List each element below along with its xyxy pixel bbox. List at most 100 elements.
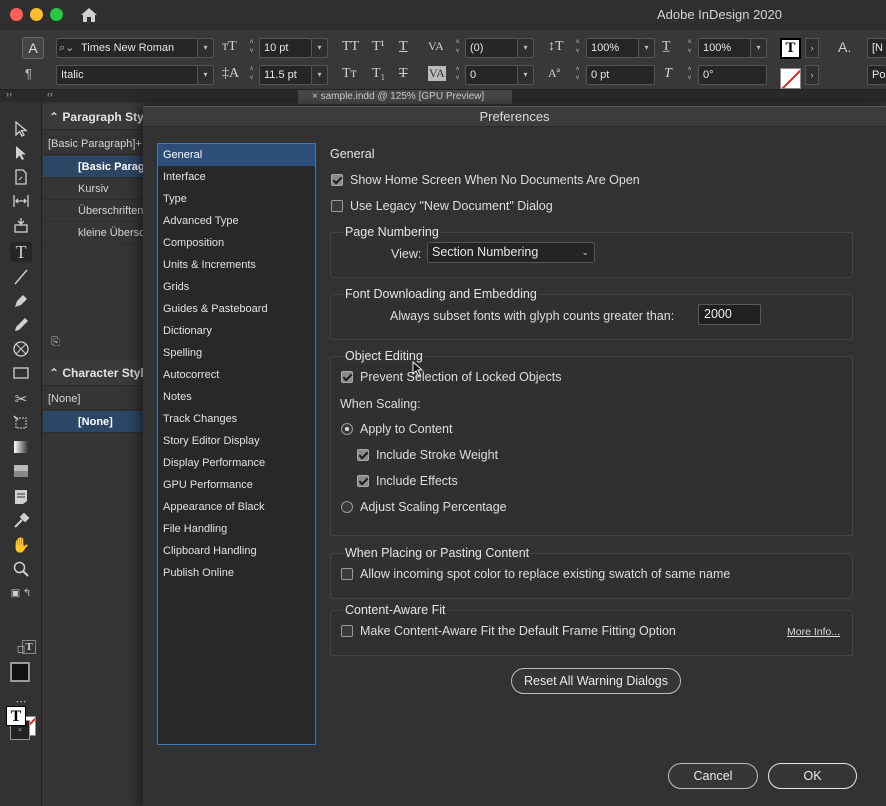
tracking-dropdown[interactable]: ▾ bbox=[518, 65, 534, 85]
spot-color-checkbox[interactable] bbox=[341, 568, 353, 580]
paragraph-style-field[interactable]: Pol bbox=[867, 65, 886, 85]
paragraph-formatting-mode-button[interactable]: ¶ bbox=[25, 66, 32, 81]
fill-swatch[interactable]: T bbox=[6, 706, 26, 726]
adjust-scaling-radio[interactable] bbox=[341, 501, 353, 513]
minimize-window-button[interactable] bbox=[30, 8, 43, 21]
font-family-dropdown[interactable]: ▾ bbox=[198, 38, 214, 58]
tracking-field[interactable]: 0 bbox=[465, 65, 518, 85]
category-appearance-of-black[interactable]: Appearance of Black bbox=[158, 496, 315, 518]
all-caps-button[interactable]: TT bbox=[342, 39, 359, 55]
more-info-link[interactable]: More Info... bbox=[787, 626, 840, 638]
character-styles-panel-header[interactable]: ⌃ Character Styles bbox=[43, 360, 143, 386]
kerning-field[interactable]: (0) bbox=[465, 38, 518, 58]
vertical-scale-stepper[interactable]: ˄ ˅ bbox=[572, 38, 583, 58]
eyedropper-tool-icon[interactable] bbox=[10, 512, 32, 532]
text-fill-swatch[interactable]: T bbox=[780, 38, 801, 59]
text-stroke-swatch[interactable] bbox=[780, 68, 801, 89]
horizontal-scale-field[interactable]: 100% bbox=[698, 38, 751, 58]
font-size-stepper[interactable]: ˄ ˅ bbox=[246, 38, 257, 58]
more-options-button-top[interactable]: › bbox=[805, 38, 819, 58]
adjust-scaling-option[interactable]: Adjust Scaling Percentage bbox=[341, 500, 507, 514]
paragraph-style-item[interactable]: Überschriften bbox=[43, 200, 143, 222]
category-clipboard-handling[interactable]: Clipboard Handling bbox=[158, 540, 315, 562]
include-stroke-option[interactable]: Include Stroke Weight bbox=[357, 448, 498, 462]
font-family-field[interactable]: Times New Roman bbox=[56, 38, 198, 58]
expand-toolbar-icon[interactable]: ›› bbox=[6, 89, 12, 99]
leading-dropdown[interactable]: ▾ bbox=[312, 65, 328, 85]
underline-button[interactable]: T bbox=[399, 39, 408, 55]
category-composition[interactable]: Composition bbox=[158, 232, 315, 254]
category-gpu-performance[interactable]: GPU Performance bbox=[158, 474, 315, 496]
font-style-dropdown[interactable]: ▾ bbox=[198, 65, 214, 85]
include-effects-option[interactable]: Include Effects bbox=[357, 474, 458, 488]
page-numbering-view-select[interactable]: Section Numbering ⌄ bbox=[427, 242, 595, 263]
character-style-field[interactable]: [N bbox=[867, 38, 886, 58]
home-icon[interactable] bbox=[79, 5, 99, 25]
leading-field[interactable]: 11.5 pt bbox=[259, 65, 312, 85]
zoom-tool-icon[interactable] bbox=[10, 560, 32, 580]
paragraph-styles-panel-header[interactable]: ⌃ Paragraph Styles bbox=[43, 104, 143, 130]
type-tool-icon[interactable]: T bbox=[10, 242, 32, 262]
character-style-item[interactable]: [None] bbox=[43, 411, 143, 433]
leading-stepper[interactable]: ˄ ˅ bbox=[246, 65, 257, 85]
kerning-dropdown[interactable]: ▾ bbox=[518, 38, 534, 58]
cancel-button[interactable]: Cancel bbox=[668, 763, 758, 789]
category-dictionary[interactable]: Dictionary bbox=[158, 320, 315, 342]
legacy-new-document-checkbox[interactable] bbox=[331, 200, 343, 212]
category-track-changes[interactable]: Track Changes bbox=[158, 408, 315, 430]
more-options-button-bottom[interactable]: › bbox=[805, 65, 819, 85]
scissors-tool-icon[interactable]: ✂ bbox=[10, 390, 32, 410]
font-style-field[interactable]: Italic bbox=[56, 65, 198, 85]
formatting-affects-text-icon[interactable]: T bbox=[22, 640, 36, 654]
legacy-new-document-option[interactable]: Use Legacy "New Document" Dialog bbox=[331, 199, 553, 213]
horizontal-scale-stepper[interactable]: ˄ ˅ bbox=[684, 38, 695, 58]
subscript-button[interactable]: T₁ bbox=[372, 66, 385, 82]
category-interface[interactable]: Interface bbox=[158, 166, 315, 188]
reset-warning-dialogs-button[interactable]: Reset All Warning Dialogs bbox=[511, 668, 681, 694]
font-size-dropdown[interactable]: ▾ bbox=[312, 38, 328, 58]
vertical-scale-dropdown[interactable]: ▾ bbox=[639, 38, 655, 58]
paragraph-style-item[interactable]: kleine Überschrift bbox=[43, 222, 143, 244]
content-aware-default-checkbox[interactable] bbox=[341, 625, 353, 637]
category-notes[interactable]: Notes bbox=[158, 386, 315, 408]
category-story-editor-display[interactable]: Story Editor Display bbox=[158, 430, 315, 452]
content-collector-tool-icon[interactable] bbox=[10, 216, 32, 236]
paragraph-style-item[interactable]: Kursiv bbox=[43, 178, 143, 200]
tracking-stepper[interactable]: ˄ ˅ bbox=[452, 65, 463, 85]
category-display-performance[interactable]: Display Performance bbox=[158, 452, 315, 474]
include-effects-checkbox[interactable] bbox=[357, 475, 369, 487]
baseline-shift-field[interactable]: 0 pt bbox=[586, 65, 655, 85]
paragraph-style-item[interactable]: [Basic Paragraph] bbox=[43, 156, 143, 178]
apply-color-icon[interactable] bbox=[10, 662, 30, 682]
character-formatting-mode-button[interactable]: A bbox=[22, 37, 44, 59]
prevent-locked-checkbox[interactable] bbox=[341, 371, 353, 383]
document-tab[interactable]: × sample.indd @ 125% [GPU Preview] bbox=[298, 90, 512, 104]
vertical-scale-field[interactable]: 100% bbox=[586, 38, 639, 58]
load-styles-icon[interactable]: ⎘ bbox=[51, 336, 60, 349]
zoom-window-button[interactable] bbox=[50, 8, 63, 21]
prevent-locked-option[interactable]: Prevent Selection of Locked Objects bbox=[341, 370, 562, 384]
note-tool-icon[interactable] bbox=[10, 488, 32, 508]
direct-selection-tool-icon[interactable] bbox=[10, 144, 32, 164]
kerning-stepper[interactable]: ˄ ˅ bbox=[452, 38, 463, 58]
category-general[interactable]: General bbox=[158, 144, 315, 166]
small-caps-button[interactable]: Tт bbox=[342, 66, 357, 82]
skew-stepper[interactable]: ˄ ˅ bbox=[684, 65, 695, 85]
close-window-button[interactable] bbox=[10, 8, 23, 21]
collapse-panels-icon[interactable]: ‹‹ bbox=[47, 89, 53, 99]
default-fill-stroke-icon[interactable]: ▣ ↰ bbox=[10, 584, 32, 604]
category-units-increments[interactable]: Units & Increments bbox=[158, 254, 315, 276]
include-stroke-checkbox[interactable] bbox=[357, 449, 369, 461]
spot-color-option[interactable]: Allow incoming spot color to replace exi… bbox=[341, 567, 730, 581]
category-publish-online[interactable]: Publish Online bbox=[158, 562, 315, 584]
show-home-screen-option[interactable]: Show Home Screen When No Documents Are O… bbox=[331, 173, 640, 187]
gradient-swatch-tool-icon[interactable] bbox=[10, 438, 32, 458]
skew-field[interactable]: 0° bbox=[698, 65, 767, 85]
category-guides-pasteboard[interactable]: Guides & Pasteboard bbox=[158, 298, 315, 320]
content-aware-default-option[interactable]: Make Content-Aware Fit the Default Frame… bbox=[341, 624, 676, 638]
apply-to-content-option[interactable]: Apply to Content bbox=[341, 422, 452, 436]
page-tool-icon[interactable] bbox=[10, 168, 32, 188]
apply-to-content-radio[interactable] bbox=[341, 423, 353, 435]
ok-button[interactable]: OK bbox=[768, 763, 857, 789]
rectangle-tool-icon[interactable] bbox=[10, 364, 32, 384]
